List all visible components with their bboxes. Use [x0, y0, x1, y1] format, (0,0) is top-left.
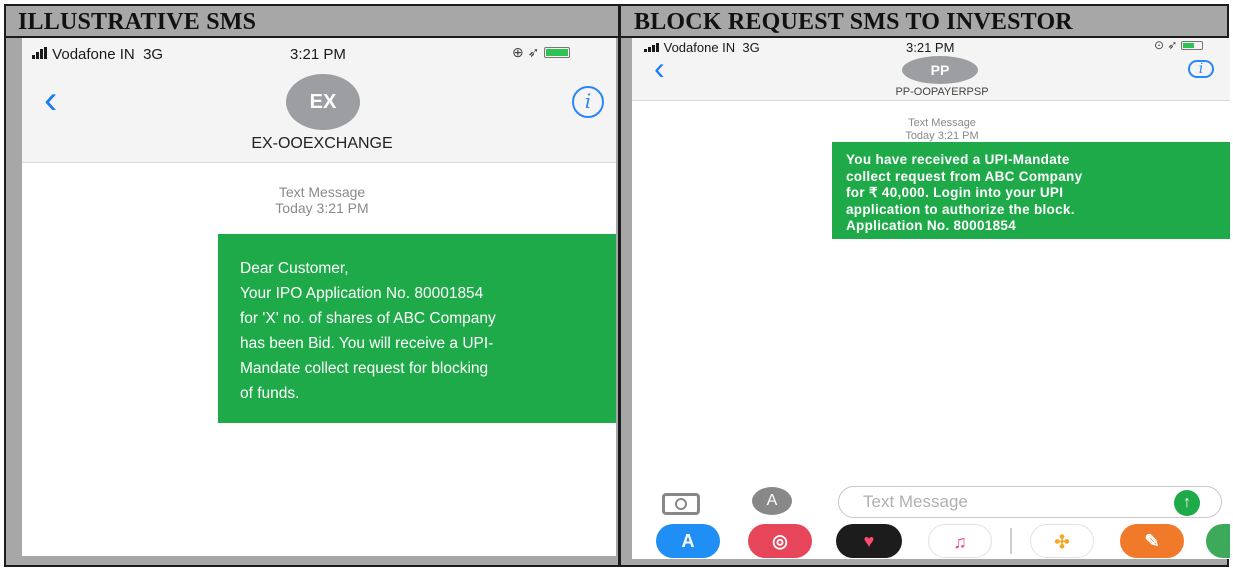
app-store-tray-icon[interactable]: A: [656, 524, 720, 558]
message-line: collect request from ABC Company: [846, 168, 1083, 184]
message-input[interactable]: Text Message: [838, 486, 1222, 518]
battery-icon: ⊙ ➶: [1154, 38, 1203, 52]
photos-icon[interactable]: ✣: [1030, 524, 1094, 558]
network-label: 3G: [143, 46, 164, 63]
header-block-request-sms: BLOCK REQUEST SMS TO INVESTOR: [634, 9, 1073, 35]
battery-icon: ⊕ ➶: [512, 44, 570, 61]
carrier-label: Vodafone IN: [52, 46, 135, 63]
music-icon[interactable]: ♫: [928, 524, 992, 558]
message-line: application to authorize the block.: [846, 201, 1075, 217]
status-time: 3:21 PM: [906, 40, 955, 55]
carrier-label: Vodafone IN: [663, 40, 736, 55]
nav-bar: Vodafone IN 3G 3:21 PM ⊙ ➶ ‹ PP PP-OOPAY…: [632, 38, 1230, 101]
send-arrow-icon[interactable]: ↑: [1174, 490, 1200, 516]
column-divider: [618, 6, 621, 565]
search-images-icon[interactable]: ◎: [748, 524, 812, 558]
guitar-icon[interactable]: ✎: [1120, 524, 1184, 558]
message-meta: Text Message Today 3:21 PM: [862, 117, 1022, 142]
message-line: has been Bid. You will receive a UPI-: [240, 335, 494, 352]
meta-label: Text Message: [908, 117, 976, 129]
meta-time: Today 3:21 PM: [905, 129, 979, 142]
meta-label: Text Message: [278, 184, 366, 200]
chevron-left-icon[interactable]: ‹: [654, 52, 665, 84]
nav-bar: Vodafone IN 3G 3:21 PM ⊕ ➶ ‹ EX EX-OOEXC…: [22, 38, 616, 163]
sms-bubble[interactable]: You have received a UPI-Mandate collect …: [832, 142, 1230, 239]
info-icon[interactable]: i: [572, 86, 604, 118]
status-bar: Vodafone IN 3G: [32, 46, 163, 63]
avatar[interactable]: PP: [902, 56, 978, 84]
signal-icon: [32, 46, 48, 63]
phone-screen-right: Vodafone IN 3G 3:21 PM ⊙ ➶ ‹ PP PP-OOPAY…: [632, 38, 1230, 559]
message-line: Mandate collect request for blocking: [240, 360, 489, 377]
message-line: Your IPO Application No. 80001854: [240, 285, 484, 302]
camera-icon[interactable]: [662, 493, 700, 515]
header-illustrative-sms: ILLUSTRATIVE SMS: [18, 9, 257, 35]
heart-sticker-icon[interactable]: ♥: [836, 524, 902, 558]
message-meta: Text Message Today 3:21 PM: [222, 184, 422, 216]
message-line: of funds.: [240, 385, 300, 402]
app-tray: A ◎ ♥ ♫ ✣ ✎: [632, 524, 1230, 558]
message-line: for ₹ 40,000. Login into your UPI: [846, 185, 1064, 200]
contact-name[interactable]: EX-OOEXCHANGE: [222, 135, 422, 153]
message-line: You have received a UPI-Mandate: [846, 152, 1070, 167]
contact-name[interactable]: PP-OOPAYERPSP: [842, 86, 1042, 98]
tray-separator: [1010, 528, 1012, 554]
composer-bar: A Text Message ↑: [632, 484, 1230, 518]
message-line: Application No. 80001854: [846, 218, 1017, 233]
chevron-left-icon[interactable]: ‹: [44, 80, 57, 120]
message-line: for 'X' no. of shares of ABC Company: [240, 310, 496, 327]
meta-time: Today 3:21 PM: [275, 200, 369, 217]
message-line: Dear Customer,: [240, 260, 349, 277]
network-label: 3G: [742, 40, 760, 55]
sms-bubble[interactable]: Dear Customer, Your IPO Application No. …: [218, 234, 616, 423]
maps-icon[interactable]: [1206, 524, 1230, 558]
status-time: 3:21 PM: [290, 46, 346, 63]
phone-screen-left: Vodafone IN 3G 3:21 PM ⊕ ➶ ‹ EX EX-OOEXC…: [22, 38, 616, 556]
avatar[interactable]: EX: [286, 74, 360, 130]
info-icon[interactable]: i: [1188, 60, 1214, 78]
app-store-icon[interactable]: A: [752, 487, 792, 515]
